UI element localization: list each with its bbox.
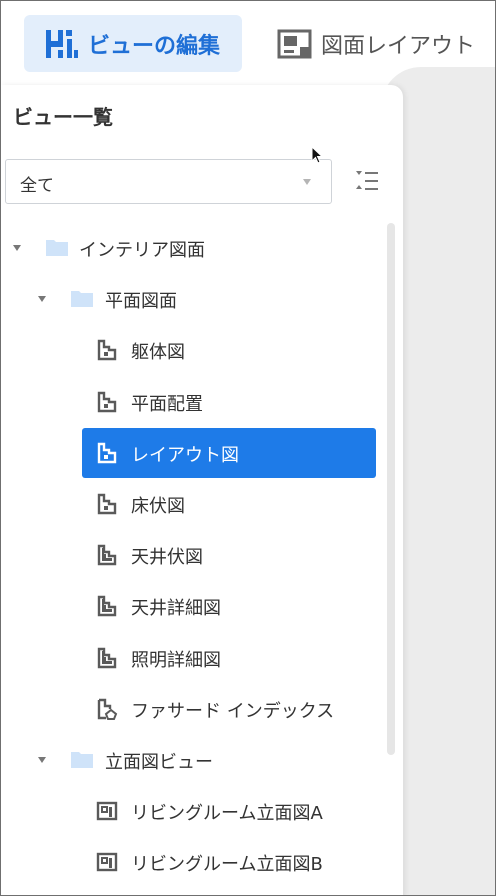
view-filter-dropdown[interactable]: 全て <box>5 159 332 204</box>
expand-arrow-icon[interactable] <box>38 757 46 763</box>
panel-title: ビュー一覧 <box>13 105 113 129</box>
expand-arrow-icon[interactable] <box>38 296 46 303</box>
tree-item-label: リビングルーム立面図B <box>131 854 323 876</box>
tree-view-item[interactable]: 床伏図 <box>1 479 381 529</box>
ceiling-plan-icon <box>96 647 120 671</box>
tree-item-label: 照明詳細図 <box>131 649 221 671</box>
tree-item-label: リビングルーム立面図A <box>131 803 323 825</box>
tree-view-item[interactable]: 天井伏図 <box>1 530 381 580</box>
tree-item-label: レイアウト図 <box>131 444 239 466</box>
tree-item-label: 天井伏図 <box>131 547 203 569</box>
tree-item-label: ファサード インデックス <box>131 700 335 722</box>
tab-edit-view-label: ビューの編集 <box>88 33 221 59</box>
tree-item-label: 天井詳細図 <box>131 598 221 620</box>
folder-icon <box>70 288 94 312</box>
tree-item-label: 床伏図 <box>131 496 185 517</box>
tab-edit-view[interactable]: ビューの編集 <box>24 15 242 72</box>
tree-view-item[interactable]: 躯体図 <box>1 325 381 375</box>
tree-item-label: 立面図ビュー <box>105 752 213 773</box>
tree-view-item[interactable]: レイアウト図 <box>82 427 376 478</box>
floor-plan-icon <box>96 391 120 415</box>
folder-icon <box>70 749 94 773</box>
sheet-layout-icon <box>277 26 313 62</box>
tree-view-item[interactable]: 天井詳細図 <box>1 581 381 631</box>
list-options-button[interactable] <box>353 167 381 195</box>
tree-folder-item[interactable]: インテリア図面 <box>1 223 381 273</box>
tree-view-item[interactable]: 平面配置 <box>1 377 381 427</box>
app-window: ビューの編集 図面レイアウト ビュー一覧 全て インテリア図面 平面図面 躯体図… <box>0 0 496 896</box>
elevation-icon <box>96 851 120 875</box>
folder-icon <box>45 237 69 261</box>
tree-folder-item[interactable]: 立面図ビュー <box>1 735 381 785</box>
tree-view-item[interactable]: リビングルーム立面図A <box>1 786 381 836</box>
ceiling-plan-icon <box>96 595 120 619</box>
floor-plan-icon <box>96 493 120 517</box>
tree-view-item[interactable]: ファサード インデックス <box>1 684 381 734</box>
tree-item-label: 平面図面 <box>105 291 177 313</box>
facade-plan-icon <box>96 698 120 722</box>
tree-view-item[interactable]: 照明詳細図 <box>1 633 381 683</box>
tree-scrollbar[interactable] <box>387 223 395 755</box>
floor-plan-icon <box>96 339 120 363</box>
tree-item-label: インテリア図面 <box>79 240 205 261</box>
mouse-pointer-icon <box>311 146 324 164</box>
elevation-icon <box>96 800 120 824</box>
hi-logo-icon <box>44 26 80 62</box>
tab-sheet-layout-label: 図面レイアウト <box>321 33 476 59</box>
tree-item-label: 躯体図 <box>131 342 185 364</box>
list-collapse-icon <box>356 171 378 190</box>
tree-folder-item[interactable]: 平面図面 <box>1 274 381 324</box>
view-filter-value: 全て <box>20 176 54 196</box>
ceiling-plan-icon <box>96 544 120 568</box>
tab-sheet-layout[interactable]: 図面レイアウト <box>275 15 485 72</box>
tree-view-item[interactable]: リビングルーム立面図B <box>1 837 381 887</box>
expand-arrow-icon[interactable] <box>13 245 21 251</box>
tree-item-label: 平面配置 <box>131 393 203 415</box>
floor-plan-icon <box>96 442 120 466</box>
chevron-down-icon <box>303 179 311 185</box>
